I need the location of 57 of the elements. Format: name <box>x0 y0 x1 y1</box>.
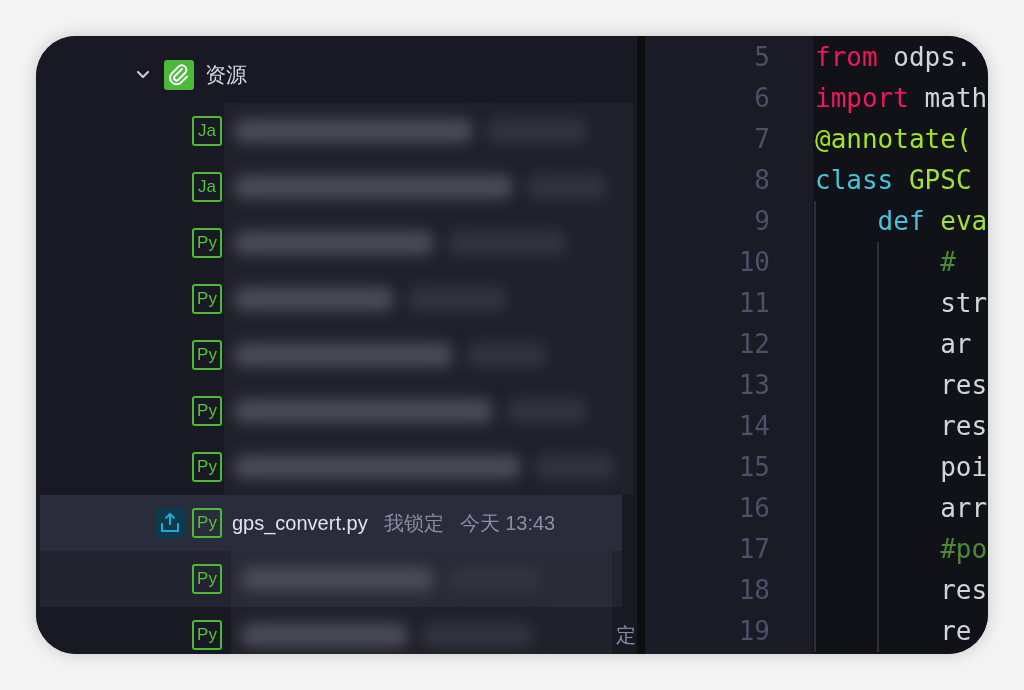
tree-row[interactable]: Ja <box>40 159 633 215</box>
code-line: @annotate( <box>815 124 972 154</box>
file-type-badge: Py <box>192 228 222 258</box>
code-line: ar <box>940 329 972 359</box>
code-line: res <box>940 370 988 400</box>
tree-row[interactable]: Py <box>40 327 633 383</box>
code-line: res <box>940 411 988 441</box>
tree-row[interactable]: Py <box>40 215 633 271</box>
code-line: import math <box>815 83 988 113</box>
tree-row[interactable]: Py gps_convert.py 我锁定 今天 13:43 <box>40 495 622 551</box>
code-line: res <box>940 575 988 605</box>
chevron-down-icon[interactable] <box>136 70 150 80</box>
file-type-badge: Py <box>192 508 222 538</box>
code-line: poi <box>940 452 988 482</box>
line-number: 15 <box>737 451 770 484</box>
line-number: 17 <box>737 533 770 566</box>
file-type-badge: Py <box>192 340 222 370</box>
line-number: 19 <box>737 615 770 648</box>
code-line: re <box>940 616 972 646</box>
paperclip-icon <box>164 60 194 90</box>
code-line: # <box>940 247 956 277</box>
modified-time: 今天 13:43 <box>459 510 556 536</box>
line-number: 7 <box>753 123 770 156</box>
row-text: 定 <box>616 622 636 648</box>
tree-row[interactable]: Py 定 <box>40 607 636 654</box>
line-number: 14 <box>737 410 770 443</box>
line-number: 5 <box>753 41 770 74</box>
lock-status: 我锁定 <box>383 510 444 536</box>
code-line: str <box>940 288 988 318</box>
line-number: 9 <box>753 205 770 238</box>
tree-row[interactable]: Py <box>40 551 622 607</box>
code-line: def eva <box>877 206 988 236</box>
line-number: 10 <box>737 246 770 279</box>
line-number: 16 <box>737 492 770 525</box>
file-type-badge: Ja <box>192 172 222 202</box>
file-type-badge: Ja <box>192 116 222 146</box>
code-line: class GPSC <box>815 165 972 195</box>
code-line: arr <box>940 493 988 523</box>
folder-label[interactable]: 资源 <box>205 61 247 89</box>
code-line: #po <box>940 534 988 564</box>
file-name: gps_convert.py <box>232 511 368 535</box>
line-number: 11 <box>737 287 770 320</box>
file-type-badge: Py <box>192 284 222 314</box>
line-number: 13 <box>737 369 770 402</box>
tree-row[interactable]: Py <box>40 383 633 439</box>
tree-row[interactable]: Py <box>40 271 633 327</box>
tree-row[interactable]: Ja <box>40 103 633 159</box>
line-number: 18 <box>737 574 770 607</box>
file-type-badge: Py <box>192 564 222 594</box>
tree-row[interactable]: Py <box>40 439 633 495</box>
file-type-badge: Py <box>192 396 222 426</box>
code-line: from odps. <box>815 42 972 72</box>
line-number: 6 <box>753 82 770 115</box>
line-number: 12 <box>737 328 770 361</box>
file-type-badge: Py <box>192 620 222 650</box>
line-number: 8 <box>753 164 770 197</box>
file-type-badge: Py <box>192 452 222 482</box>
